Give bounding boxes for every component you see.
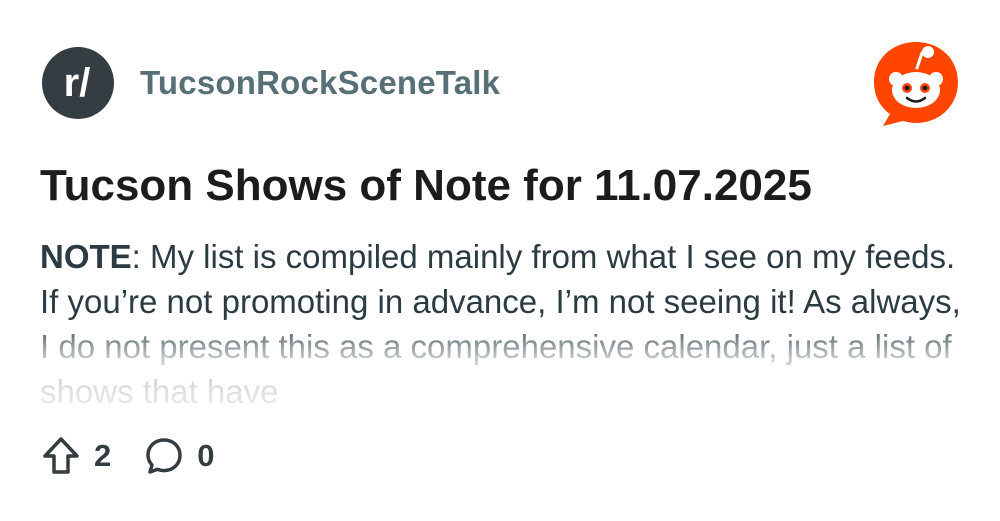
post-body-content: : My list is compiled mainly from what I… — [40, 238, 961, 406]
post-card[interactable]: r/ TucsonRockSceneTalk Tucson Shows of N… — [0, 0, 1000, 521]
upvote-count: 2 — [94, 438, 112, 473]
upvote-arrow-icon[interactable] — [40, 435, 82, 477]
post-body-label: NOTE — [40, 238, 132, 275]
subreddit-name[interactable]: TucsonRockSceneTalk — [140, 64, 500, 102]
comment-stat[interactable]: 0 — [143, 435, 215, 477]
comment-bubble-icon[interactable] — [143, 435, 185, 477]
post-body[interactable]: NOTE: My list is compiled mainly from wh… — [40, 234, 970, 406]
reddit-snoo-icon — [874, 42, 958, 126]
subreddit-r-icon: r/ — [64, 61, 91, 105]
reddit-logo — [870, 38, 962, 130]
subreddit-avatar-text: r/ — [64, 61, 91, 105]
post-stats: 2 0 — [40, 433, 247, 479]
post-header: r/ TucsonRockSceneTalk — [42, 47, 500, 119]
upvote-stat[interactable]: 2 — [40, 435, 111, 477]
post-title[interactable]: Tucson Shows of Note for 11.07.2025 — [40, 158, 970, 214]
post-body-text: NOTE: My list is compiled mainly from wh… — [40, 234, 970, 406]
comment-count: 0 — [197, 438, 215, 473]
subreddit-avatar[interactable]: r/ — [42, 47, 114, 119]
